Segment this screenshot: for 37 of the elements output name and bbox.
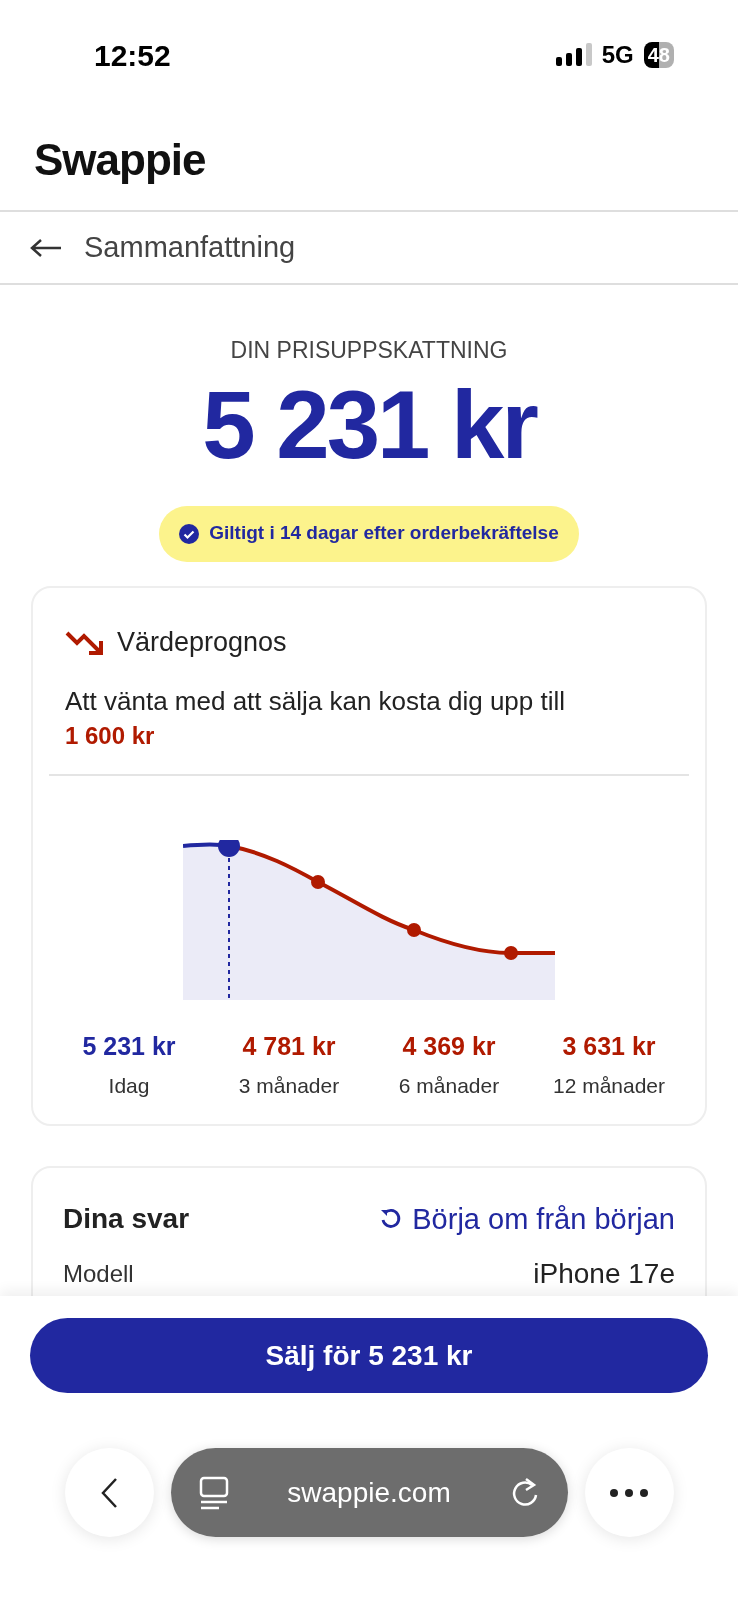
page-title: Sammanfattning: [84, 229, 296, 265]
address-bar[interactable]: swappie.com: [170, 1448, 568, 1537]
graph-point: [407, 923, 421, 937]
graph-point: [218, 840, 240, 857]
estimate-label: DIN PRISUPPSKATTNING: [230, 336, 508, 365]
forecast-price: 3 631 kr: [562, 1031, 656, 1062]
estimate-price: 5 231 kr: [202, 369, 536, 480]
answer-label: Modell: [63, 1259, 134, 1289]
answer-value: iPhone 17e: [533, 1257, 675, 1291]
forecast-price: 4 781 kr: [242, 1031, 336, 1062]
forecast-price: 5 231 kr: [82, 1031, 176, 1062]
url-text: swappie.com: [287, 1475, 451, 1510]
page-menu-icon[interactable]: [198, 1475, 229, 1510]
restart-link[interactable]: Börja om från början: [380, 1197, 675, 1241]
forecast-period: 12 månader: [552, 1072, 666, 1099]
forecast-period: 3 månader: [238, 1072, 340, 1099]
check-icon: [179, 523, 200, 544]
back-arrow-icon[interactable]: [30, 237, 62, 258]
card-title: Värdeprognos: [117, 625, 287, 659]
network-label: 5G: [601, 40, 634, 70]
forecast-period: Idag: [108, 1072, 150, 1099]
more-icon: [610, 1488, 648, 1497]
section-title: Dina svar: [63, 1202, 190, 1237]
graph-point: [504, 946, 518, 960]
forecast-price: 4 369 kr: [402, 1031, 496, 1062]
validity-badge: Giltigt i 14 dagar efter orderbekräftelse: [159, 505, 579, 562]
logo[interactable]: Swappie: [34, 127, 206, 193]
status-time: 12:52: [94, 37, 171, 74]
sell-button[interactable]: Sälj för 5 231 kr: [30, 1318, 708, 1393]
loss-amount: 1 600 kr: [64, 721, 156, 751]
graph-point: [311, 875, 325, 889]
signal-icon: [555, 43, 592, 67]
forecast-period: 6 månader: [398, 1072, 500, 1099]
chevron-left-icon: [100, 1476, 118, 1509]
battery-indicator: 48: [643, 42, 674, 68]
forecast-text: Att vänta med att sälja kan kosta dig upp till: [64, 685, 567, 718]
restart-icon: [380, 1208, 403, 1231]
